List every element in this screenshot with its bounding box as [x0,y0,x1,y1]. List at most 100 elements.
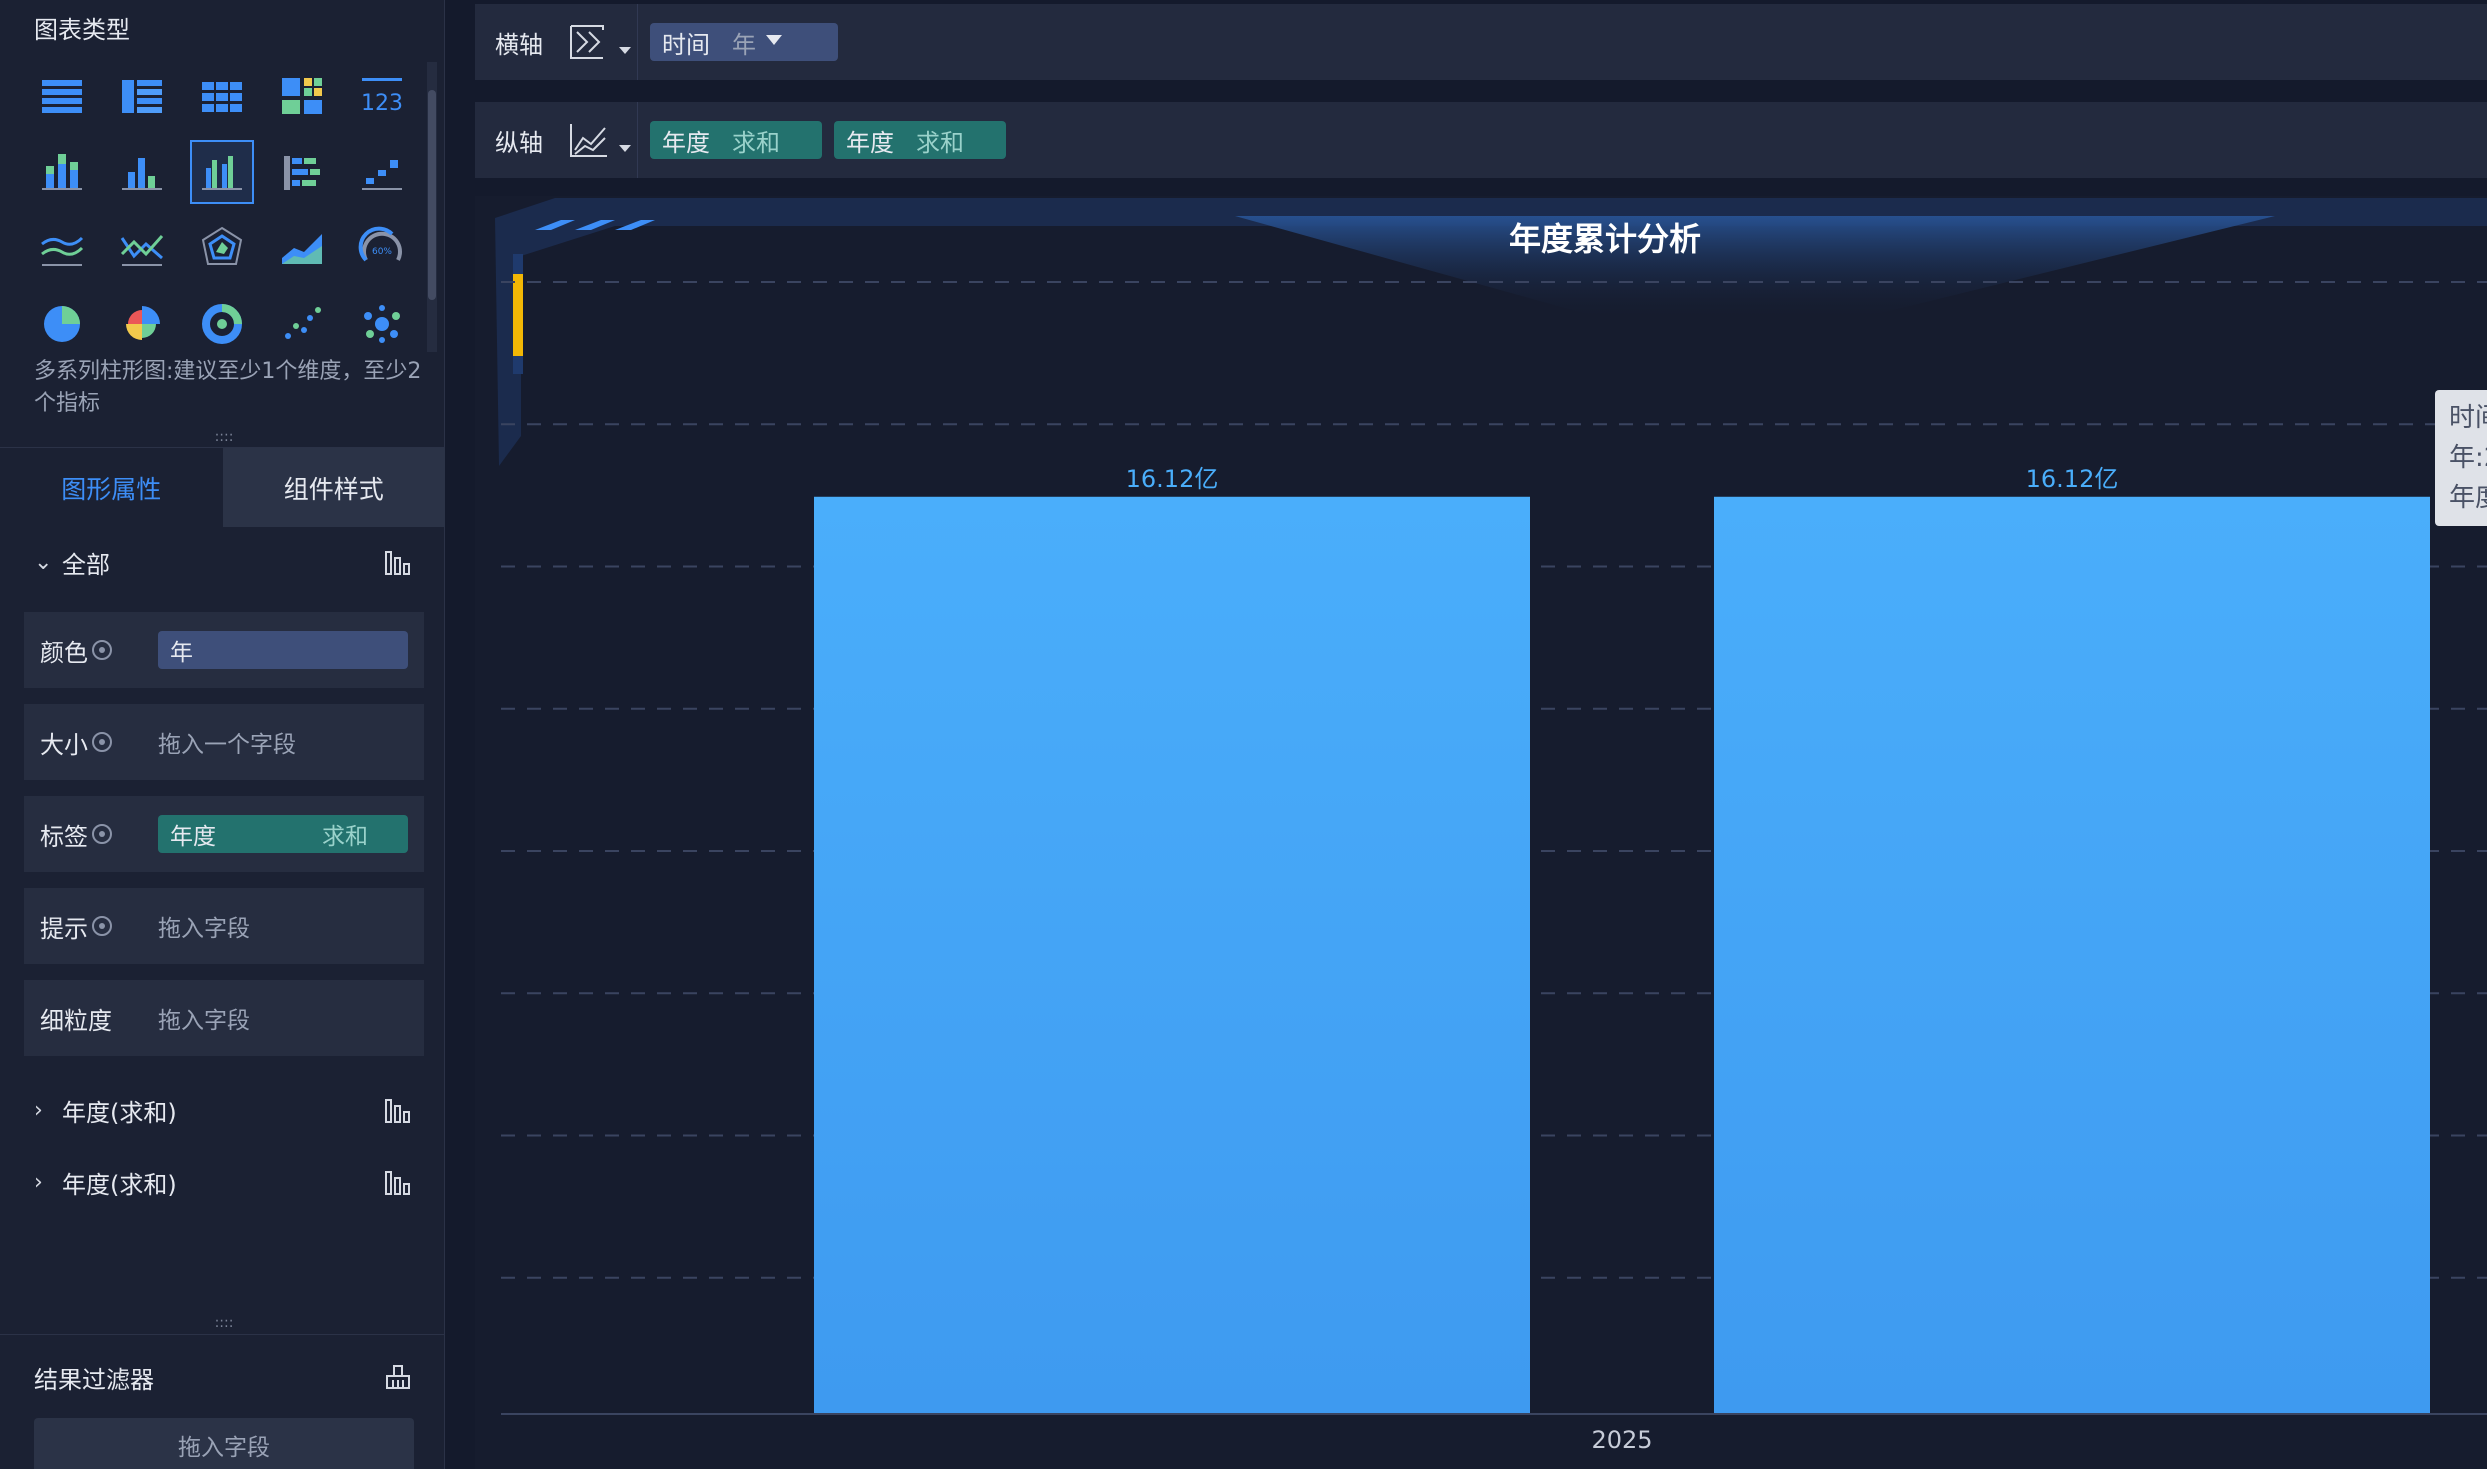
bar-chart-icon[interactable] [382,1166,414,1198]
filter-funnel-icon[interactable] [766,35,782,45]
bar-data-label: 16.12亿 [2026,465,2119,493]
label-field-pill[interactable]: 年度 求和 [158,815,408,853]
gear-icon[interactable] [92,824,112,844]
caret-down-icon [619,47,631,54]
divider [637,4,638,80]
kpi-number-icon[interactable]: 123 [350,64,414,128]
combo-line-icon[interactable] [110,216,174,280]
prop-label-label: 标签 [40,822,88,851]
group-all[interactable]: ⌄ 全部 [34,540,414,584]
result-filter-title: 结果过滤器 [34,1366,154,1394]
multi-series-bar-icon[interactable] [190,140,254,204]
pie-chart-icon[interactable] [30,292,94,356]
stacked-bar-icon[interactable] [30,140,94,204]
x-axis-bar: 横轴 时间 年 [475,4,2487,80]
x-axis-label: 横轴 [495,30,543,59]
y-axis-field-name: 年度 [846,128,894,157]
bar-chart-icon[interactable] [110,140,174,204]
bubble-icon[interactable] [350,292,414,356]
gear-icon[interactable] [92,732,112,752]
color-field-pill[interactable]: 年 [158,631,408,669]
rose-pie-icon[interactable] [110,292,174,356]
size-drop-zone[interactable]: 拖入一个字段 [158,725,296,759]
chart-style-icon[interactable] [567,115,637,165]
granularity-drop-zone[interactable]: 拖入字段 [158,1001,250,1035]
bar-chart-icon[interactable] [382,546,414,578]
tooltip-line: 年:2 [2449,443,2487,473]
prop-size-label: 大小 [40,730,88,759]
heatmap-table-icon[interactable] [270,64,334,128]
x-axis-field-name: 时间 [662,30,710,59]
resize-handle-icon[interactable]: :::: [212,430,236,444]
frame-yellow-accent [513,274,523,356]
chart-type-grid: 123 60% [30,64,410,368]
chevron-down-icon: ⌄ [34,549,53,575]
series-group-2-label: 年度(求和) [62,1170,177,1199]
chart-canvas: 16.12亿 16.12亿 2025 年度累计分析 时间 年:2 年度 [475,196,2487,1469]
prop-label: 标签 年度 求和 [24,796,424,872]
prop-granularity-label: 细粒度 [40,1006,112,1035]
prop-granularity: 细粒度 拖入字段 [24,980,424,1056]
tab-graphic-properties[interactable]: 图形属性 [0,448,223,527]
chart-type-hint: 多系列柱形图:建议至少1个维度，至少2个指标 [34,359,422,416]
x-tick-label: 2025 [1591,1426,1652,1454]
chart-type-scrollbar[interactable] [427,62,437,352]
donut-icon[interactable] [190,292,254,356]
chevron-right-icon: › [34,1169,43,1195]
bar-chart: 16.12亿 16.12亿 2025 [495,198,2487,1454]
x-axis-field-unit: 年 [732,30,756,59]
app-root: 图表类型 123 60% 多系列柱形图:建议至少1个维度，至少2个指标::::… [0,0,2487,1469]
y-axis-label: 纵轴 [495,128,543,157]
group-all-label: 全部 [62,550,110,579]
tab-component-style[interactable]: 组件样式 [222,448,445,527]
horizontal-bar-icon[interactable] [270,140,334,204]
filter-brush-icon[interactable] [382,1360,414,1392]
y-axis-field-pill-2[interactable]: 年度 求和 [834,121,1006,159]
y-axis-bar: 纵轴 年度 求和 年度 求和 [475,102,2487,178]
divider [637,102,638,178]
gauge-icon[interactable]: 60% [350,216,414,280]
gear-icon[interactable] [92,916,112,936]
caret-down-icon [619,145,631,152]
detail-table-icon[interactable] [190,64,254,128]
prop-color-label: 颜色 [40,638,88,667]
svg-text:60%: 60% [372,247,392,257]
series-group-2[interactable]: › 年度(求和) [34,1160,414,1204]
prop-color: 颜色 年 [24,612,424,688]
chevron-right-icon: › [34,1097,43,1123]
cross-table-icon[interactable] [110,64,174,128]
property-tabs: 图形属性 组件样式 [0,447,445,527]
bar-series-1[interactable] [814,496,1530,1415]
tooltip-line: 时间 [2449,403,2487,433]
y-axis-field-agg: 求和 [916,128,964,157]
bar-chart-icon[interactable] [382,1094,414,1126]
area-chart-icon[interactable] [270,216,334,280]
table-icon[interactable] [30,64,94,128]
waterfall-icon[interactable] [350,140,414,204]
filter-drop-zone[interactable]: 拖入字段 [34,1418,414,1469]
scatter-icon[interactable] [270,292,334,356]
config-sidebar: 图表类型 123 60% 多系列柱形图:建议至少1个维度，至少2个指标::::… [0,0,445,1469]
bar-series-2[interactable] [1714,496,2430,1415]
prop-tooltip: 提示 拖入字段 [24,888,424,964]
prop-size: 大小 拖入一个字段 [24,704,424,780]
prop-tooltip-label: 提示 [40,914,88,943]
gear-icon[interactable] [92,640,112,660]
y-axis-field-agg: 求和 [732,128,780,157]
tooltip-line: 年度 [2449,483,2487,513]
resize-handle-icon[interactable]: :::: [212,1316,236,1330]
radar-icon[interactable] [190,216,254,280]
line-chart-icon[interactable] [30,216,94,280]
x-axis-field-pill[interactable]: 时间 年 [650,23,838,61]
tooltip-drop-zone[interactable]: 拖入字段 [158,909,250,943]
sort-icon[interactable] [567,17,637,67]
label-field-name: 年度 [170,824,216,850]
chart-tooltip: 时间 年:2 年度 [2435,390,2487,526]
y-axis-field-name: 年度 [662,128,710,157]
y-axis-field-pill-1[interactable]: 年度 求和 [650,121,822,159]
bar-data-label: 16.12亿 [1126,465,1219,493]
chart-title: 年度累计分析 [1508,220,1701,258]
series-group-1[interactable]: › 年度(求和) [34,1088,414,1132]
divider [0,1334,445,1335]
series-group-1-label: 年度(求和) [62,1098,177,1127]
